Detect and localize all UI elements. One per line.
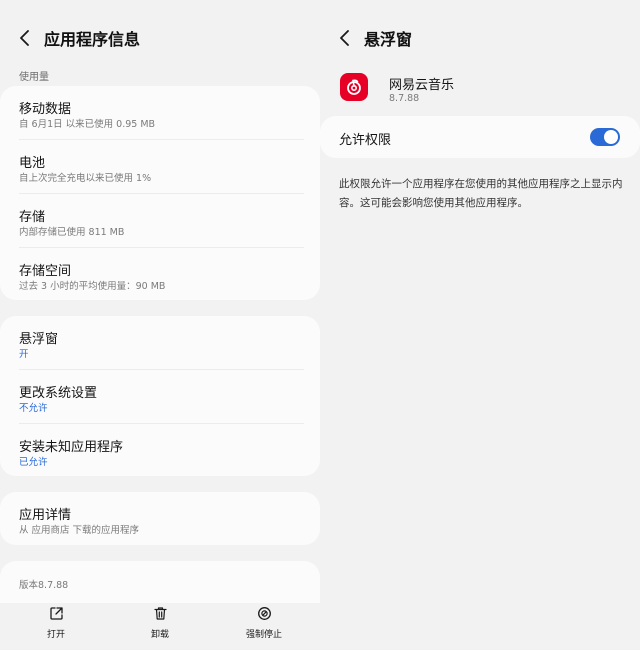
- uninstall-button[interactable]: 卸载: [120, 606, 200, 640]
- list-item-label: 更改系统设置: [19, 386, 98, 401]
- app-name: 网易云音乐: [389, 78, 455, 93]
- list-item-overlay[interactable]: 悬浮窗 开: [0, 316, 320, 369]
- list-item-storage[interactable]: 存储 内部存储已使用 811 MB: [0, 194, 320, 247]
- trash-icon: [153, 607, 167, 620]
- bottom-action-bar: 打开 卸载 强制停止: [0, 598, 320, 650]
- list-item-label: 电池: [19, 156, 46, 171]
- list-item-mobile-data[interactable]: 移动数据 自 6月1日 以来已使用 0.95 MB: [0, 86, 320, 139]
- list-item-status: 已允许: [19, 457, 48, 468]
- app-version: 8.7.88: [389, 93, 420, 104]
- details-card: 应用详情 从 应用商店 下载的应用程序: [0, 492, 320, 545]
- list-item-status: 开: [19, 349, 29, 360]
- list-item-label: 悬浮窗: [19, 332, 59, 347]
- list-item-sub: 自上次完全充电以来已使用 1%: [19, 173, 152, 184]
- list-item-sub: 从 应用商店 下载的应用程序: [19, 525, 140, 536]
- music-logo-icon: [347, 79, 361, 95]
- uninstall-label: 卸载: [150, 630, 169, 640]
- permissions-card: 悬浮窗 开 更改系统设置 不允许 安装未知应用程序 已允许: [0, 316, 320, 476]
- allow-permission-label: 允许权限: [339, 133, 392, 148]
- list-item-sub: 过去 3 小时的平均使用量：90 MB: [19, 281, 166, 292]
- back-button[interactable]: [330, 24, 360, 52]
- allow-permission-row[interactable]: 允许权限: [320, 116, 640, 158]
- screen: 应用程序信息 使用量 移动数据 自 6月1日 以来已使用 0.95 MB 电池 …: [0, 0, 640, 650]
- list-item-sub: 自 6月1日 以来已使用 0.95 MB: [19, 119, 156, 130]
- list-item-system-settings[interactable]: 更改系统设置 不允许: [0, 370, 320, 423]
- netease-music-app-icon: [340, 73, 368, 101]
- overlay-header: 悬浮窗: [320, 24, 640, 52]
- back-button[interactable]: [10, 24, 40, 52]
- overlay-permission-pane: 悬浮窗 网易云音乐 8.7.88 允许权限 此权限允许一个应用程序在您使用的其他…: [320, 0, 640, 650]
- page-title: 悬浮窗: [364, 30, 413, 49]
- app-info-pane: 应用程序信息 使用量 移动数据 自 6月1日 以来已使用 0.95 MB 电池 …: [0, 0, 320, 650]
- usage-section-label: 使用量: [19, 72, 49, 83]
- list-item-memory[interactable]: 存储空间 过去 3 小时的平均使用量：90 MB: [0, 248, 320, 300]
- block-icon: [257, 607, 271, 620]
- list-item-label: 存储: [19, 210, 46, 225]
- list-item-label: 存储空间: [19, 264, 72, 279]
- toggle-knob: [604, 130, 618, 144]
- list-item-label: 安装未知应用程序: [19, 440, 124, 455]
- open-external-icon: [49, 607, 63, 620]
- usage-card: 移动数据 自 6月1日 以来已使用 0.95 MB 电池 自上次完全充电以来已使…: [0, 86, 320, 300]
- allow-permission-toggle[interactable]: [590, 128, 620, 146]
- list-item-label: 移动数据: [19, 102, 72, 117]
- chevron-left-icon: [20, 30, 29, 46]
- list-item-sub: 内部存储已使用 811 MB: [19, 227, 125, 238]
- list-item-battery[interactable]: 电池 自上次完全充电以来已使用 1%: [0, 140, 320, 193]
- list-item-label: 应用详情: [19, 508, 72, 523]
- version-text: 版本8.7.88: [19, 580, 69, 591]
- force-stop-button[interactable]: 强制停止: [224, 606, 304, 640]
- app-info-header: 应用程序信息: [0, 24, 320, 52]
- permission-description: 此权限允许一个应用程序在您使用的其他应用程序之上显示内容。这可能会影响您使用其他…: [339, 178, 623, 209]
- version-card: 版本8.7.88: [0, 561, 320, 603]
- chevron-left-icon: [340, 30, 349, 46]
- list-item-unknown-apps[interactable]: 安装未知应用程序 已允许: [0, 424, 320, 476]
- list-item-status: 不允许: [19, 403, 48, 414]
- list-item-app-details[interactable]: 应用详情 从 应用商店 下载的应用程序: [0, 492, 320, 545]
- page-title: 应用程序信息: [44, 30, 141, 49]
- open-label: 打开: [46, 630, 65, 640]
- open-button[interactable]: 打开: [16, 606, 96, 640]
- force-stop-label: 强制停止: [245, 630, 282, 640]
